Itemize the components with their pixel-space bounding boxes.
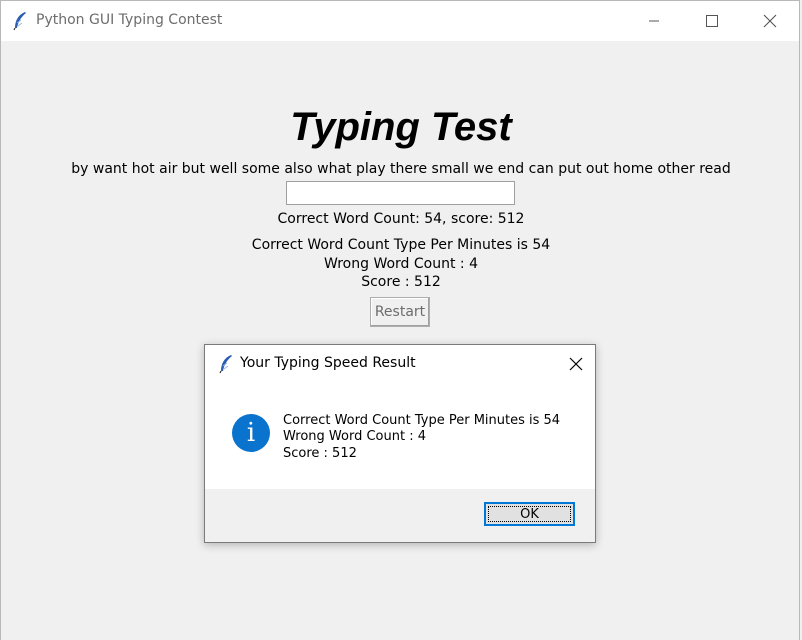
result-dialog: Your Typing Speed Result i Correct Word … bbox=[204, 344, 596, 543]
focus-rectangle bbox=[488, 506, 571, 522]
main-window: Python GUI Typing Contest Typing Test by… bbox=[0, 0, 800, 640]
info-icon: i bbox=[232, 414, 270, 452]
dialog-close-button[interactable] bbox=[561, 349, 591, 379]
minimize-button[interactable] bbox=[631, 1, 677, 41]
dialog-message-wrong: Wrong Word Count : 4 bbox=[283, 429, 426, 444]
result-wpm-label: Correct Word Count Type Per Minutes is 5… bbox=[251, 237, 551, 253]
typing-input[interactable] bbox=[286, 181, 515, 205]
sample-text: by want hot air but well some also what … bbox=[71, 161, 731, 177]
result-wrong-label: Wrong Word Count : 4 bbox=[324, 256, 478, 272]
window-title: Python GUI Typing Contest bbox=[36, 12, 223, 28]
restart-button[interactable]: Restart bbox=[370, 297, 430, 327]
ok-button[interactable]: OK bbox=[484, 502, 575, 526]
title-bar[interactable]: Python GUI Typing Contest bbox=[1, 1, 799, 41]
close-icon bbox=[569, 357, 583, 371]
close-button[interactable] bbox=[747, 1, 793, 41]
page-title: Typing Test bbox=[290, 105, 512, 149]
maximize-button[interactable] bbox=[689, 1, 735, 41]
dialog-message-wpm: Correct Word Count Type Per Minutes is 5… bbox=[283, 413, 561, 428]
feather-icon bbox=[218, 354, 234, 374]
dialog-message-score: Score : 512 bbox=[283, 446, 357, 461]
feather-icon bbox=[12, 11, 28, 31]
minimize-icon bbox=[649, 20, 659, 22]
dialog-title: Your Typing Speed Result bbox=[240, 355, 416, 371]
correct-count-label: Correct Word Count: 54, score: 512 bbox=[277, 211, 525, 227]
dialog-footer: OK bbox=[205, 489, 595, 542]
result-score-label: Score : 512 bbox=[361, 274, 441, 290]
maximize-icon bbox=[706, 15, 718, 27]
close-icon bbox=[763, 14, 777, 28]
